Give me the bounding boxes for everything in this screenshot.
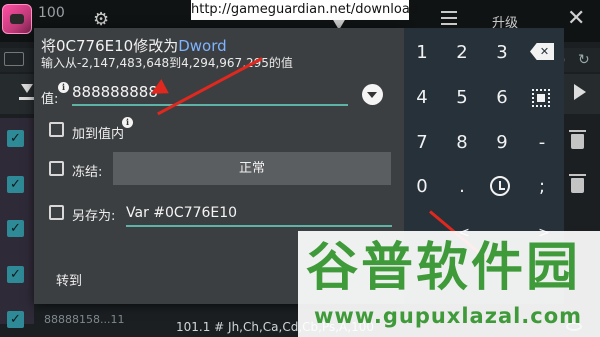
tune-icon[interactable]: ⚙ — [93, 9, 109, 30]
add-to-value-checkbox[interactable] — [49, 122, 64, 137]
url-banner: http://gameguardian.net/download — [191, 0, 418, 20]
row-checkbox[interactable]: ✓ — [7, 220, 24, 237]
row-checkbox[interactable]: ✓ — [7, 176, 24, 193]
select-all-icon[interactable] — [532, 89, 550, 107]
row-checkbox[interactable]: ✓ — [7, 130, 24, 147]
key-2[interactable]: 2 — [442, 36, 482, 70]
download-icon[interactable] — [19, 84, 35, 100]
value-label: 值: — [41, 92, 59, 107]
key-semicolon[interactable]: ; — [522, 170, 562, 204]
key-1[interactable]: 1 — [402, 36, 442, 70]
info-icon[interactable]: i — [122, 117, 133, 128]
pause-icon[interactable] — [4, 52, 24, 66]
type-dropdown-button[interactable] — [362, 84, 383, 105]
info-icon[interactable]: i — [58, 82, 69, 93]
dialog-title-type: Dword — [178, 37, 227, 55]
save-as-input[interactable] — [126, 201, 392, 227]
key-0[interactable]: 0 — [402, 170, 442, 204]
key-3[interactable]: 3 — [482, 36, 522, 70]
row-value-fragment: 88888158...11 — [44, 313, 125, 326]
key-6[interactable]: 6 — [482, 81, 522, 115]
key-8[interactable]: 8 — [442, 126, 482, 160]
dialog-title-prefix: 将0C776E10修改为 — [41, 37, 179, 55]
add-to-value-label: 加到值内 — [72, 127, 125, 142]
freeze-mode-select[interactable]: 正常 — [113, 152, 391, 185]
play-icon[interactable] — [574, 84, 586, 100]
refresh-icon[interactable]: ↻ — [578, 52, 590, 68]
trash-icon[interactable] — [569, 130, 586, 149]
freeze-checkbox[interactable] — [49, 161, 64, 176]
goto-button[interactable]: 转到 — [56, 270, 82, 289]
freeze-label: 冻结: — [72, 165, 103, 180]
save-as-checkbox[interactable] — [49, 205, 64, 220]
game-app-icon[interactable] — [2, 4, 32, 34]
key-4[interactable]: 4 — [402, 81, 442, 115]
row-checkbox[interactable]: ✓ — [7, 266, 24, 283]
close-icon[interactable]: ✕ — [567, 6, 585, 31]
dialog-title: 将0C776E10修改为Dword — [41, 35, 227, 56]
history-icon[interactable] — [490, 176, 510, 196]
key-5[interactable]: 5 — [442, 81, 482, 115]
list-icon[interactable] — [441, 11, 457, 25]
row-checkbox[interactable]: ✓ — [7, 311, 24, 328]
top-counter: 100 — [38, 5, 65, 21]
key-dot[interactable]: . — [442, 170, 482, 204]
key-7[interactable]: 7 — [402, 126, 442, 160]
watermark-brand: 谷普软件园 — [306, 238, 582, 298]
watermark-url: www.gupuxlazal.com — [314, 304, 583, 328]
save-as-label: 另存为: — [72, 209, 116, 224]
trash-icon[interactable] — [569, 174, 586, 193]
key-minus[interactable]: - — [522, 126, 562, 160]
key-9[interactable]: 9 — [482, 126, 522, 160]
